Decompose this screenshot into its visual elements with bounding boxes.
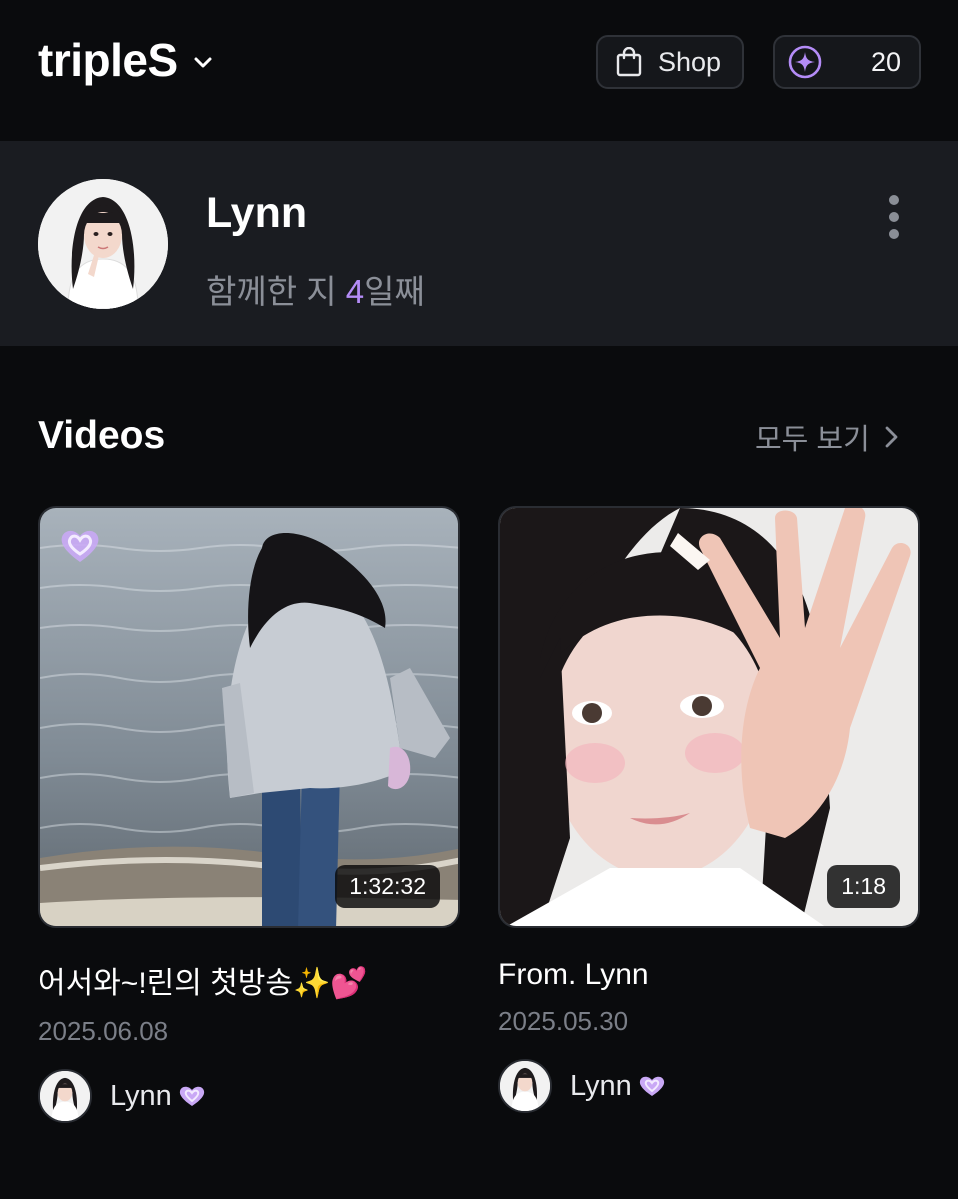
member-profile-card: Lynn 함께한 지 4일째 [0,141,958,346]
video-thumbnail[interactable]: 1:32:32 [38,506,460,928]
video-date: 2025.05.30 [498,1006,629,1036]
chevron-down-icon [194,57,212,68]
video-duration: 1:32:32 [335,865,440,908]
video-card[interactable]: 1:18 From. Lynn 2025.05.30 Lynn [498,506,920,1113]
brand-name: tripleS [38,34,178,86]
heart-badge-icon [179,1086,204,1106]
author-name: Lynn [570,1069,632,1102]
video-duration: 1:18 [827,865,900,908]
days-together: 함께한 지 4일째 [206,265,425,313]
days-prefix: 함께한 지 [206,273,346,310]
avatar [498,1059,552,1113]
author-name: Lynn [110,1079,172,1112]
shop-button[interactable]: Shop [596,35,744,89]
video-title[interactable]: 어서와~!린의 첫방송✨💕 [38,958,460,1002]
chevron-right-icon [885,426,898,448]
avatar [38,1069,92,1123]
video-author[interactable]: Lynn [498,1059,920,1113]
heart-badge-icon [61,530,99,562]
see-all-label: 모두 보기 [755,424,870,456]
heart-badge-icon [639,1076,664,1096]
more-dot-icon [889,195,899,205]
more-dot-icon [889,229,899,239]
avatar[interactable] [38,179,168,309]
days-suffix: 일째 [364,273,425,310]
points-balance-button[interactable]: 20 [773,35,921,89]
shopping-bag-icon [616,47,642,77]
more-dot-icon [889,212,899,222]
section-title-videos: Videos [38,414,166,457]
more-options-button[interactable] [880,195,908,239]
video-date: 2025.06.08 [38,1016,169,1046]
top-bar: tripleS Shop 20 [0,0,958,140]
avatar-image [38,179,168,309]
days-count: 4 [345,273,365,310]
avatar-image [500,1061,550,1111]
member-name: Lynn [206,189,308,237]
points-value: 20 [870,46,901,77]
avatar-image [40,1071,90,1121]
shop-label: Shop [658,46,722,77]
star-coin-icon [788,45,822,79]
video-thumbnail[interactable]: 1:18 [498,506,920,928]
artist-selector[interactable]: tripleS [38,32,214,88]
video-author[interactable]: Lynn [38,1069,460,1123]
see-all-link[interactable]: 모두 보기 [755,416,900,458]
video-card[interactable]: 1:32:32 어서와~!린의 첫방송✨💕 2025.06.08 Lynn [38,506,460,1123]
video-title[interactable]: From. Lynn [498,958,920,992]
